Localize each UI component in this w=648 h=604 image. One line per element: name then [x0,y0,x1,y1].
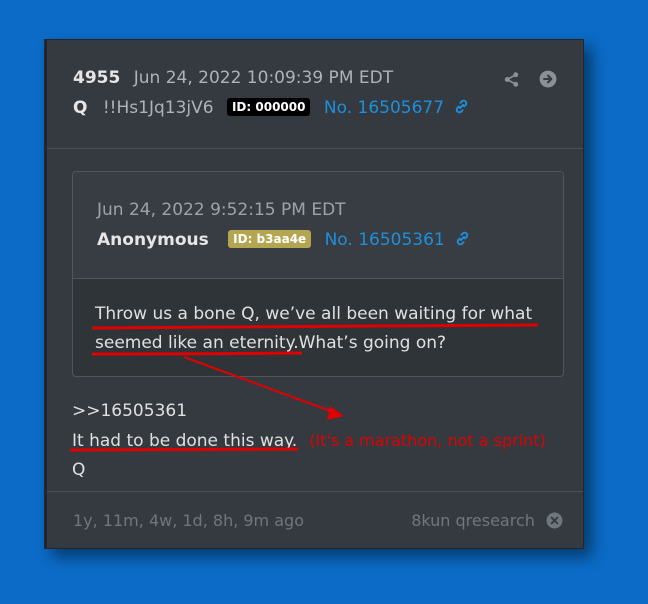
reply-reference[interactable]: >>16505361 [72,397,546,426]
post-number-link[interactable]: No. 16505677 [324,98,444,118]
post-header: 4955 Jun 24, 2022 10:09:39 PM EDT Q !!Hs… [47,40,583,149]
quoted-post: Jun 24, 2022 9:52:15 PM EDT Anonymous ID… [72,171,564,377]
quoted-post-id-badge: ID: b3aa4e [228,230,312,248]
reply-signature: Q [72,460,86,480]
quoted-post-body: Throw us a bone Q, we’ve all been waitin… [95,300,555,358]
arrow-right-circle-icon[interactable] [539,70,557,92]
post-body: >>16505361 It had to be done this way. (I… [72,397,546,485]
header-actions [489,70,557,92]
post-author-row: Q !!Hs1Jq13jV6 ID: 000000 No. 16505677 [73,98,470,120]
post-footer: 1y, 11m, 4w, 1d, 8h, 9m ago 8kun qresear… [47,491,583,548]
post-age: 1y, 11m, 4w, 1d, 8h, 9m ago [73,511,304,530]
quoted-body-line-1: Throw us a bone Q, we’ve all been waitin… [95,304,533,324]
quoted-body-line-2b: What’s going on? [298,333,447,353]
share-icon[interactable] [503,71,520,92]
quoted-body-line-2a: seemed like an eternity. [95,333,299,353]
close-circle-icon[interactable] [546,512,563,533]
post-tripcode: !!Hs1Jq13jV6 [102,98,214,118]
quoted-post-author-row: Anonymous ID: b3aa4e No. 16505361 [97,230,471,252]
post-source: 8kun qresearch [411,511,563,533]
quoted-post-author: Anonymous [97,230,209,250]
post-number: 4955 [73,68,121,88]
quoted-post-header: Jun 24, 2022 9:52:15 PM EDT Anonymous ID… [73,172,563,279]
link-icon[interactable] [454,230,471,252]
post-card: 4955 Jun 24, 2022 10:09:39 PM EDT Q !!Hs… [44,39,584,549]
post-source-label[interactable]: 8kun qresearch [411,511,535,530]
quoted-body-line-2: seemed like an eternity.What’s going on? [95,329,555,358]
post-author: Q [73,98,88,118]
quoted-post-date: Jun 24, 2022 9:52:15 PM EDT [97,200,346,220]
post-date: Jun 24, 2022 10:09:39 PM EDT [133,68,394,88]
link-icon[interactable] [453,98,470,120]
annotation-text: (It's a marathon, not a sprint) [309,431,546,450]
quoted-post-number-link[interactable]: No. 16505361 [325,230,445,250]
reply-line: It had to be done this way. (It's a marat… [72,426,546,456]
post-id-badge: ID: 000000 [226,98,311,116]
post-meta-row: 4955 Jun 24, 2022 10:09:39 PM EDT [73,68,393,88]
reply-text: It had to be done this way. [72,431,298,451]
